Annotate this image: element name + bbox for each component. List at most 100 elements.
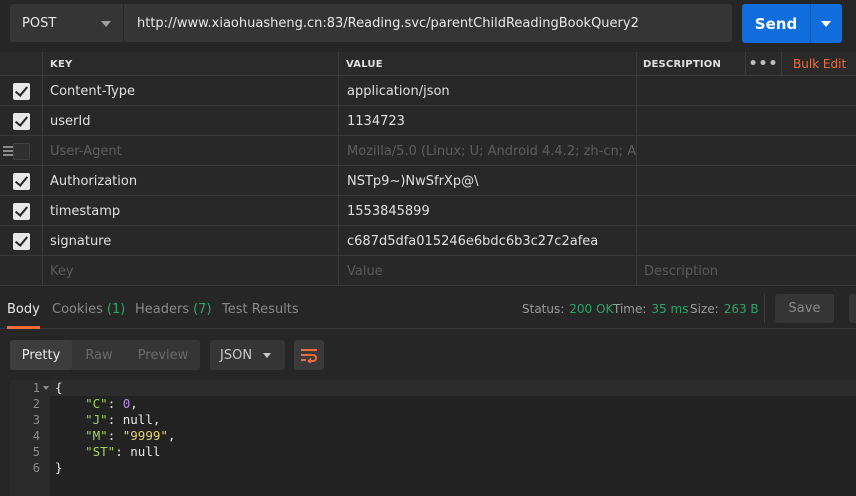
description-cell[interactable] xyxy=(636,166,856,196)
time-label: Time: xyxy=(613,302,647,316)
value-cell[interactable]: c687d5dfa015246e6bdc6b3c27c2afea xyxy=(338,226,636,256)
checkbox[interactable] xyxy=(12,232,30,250)
overflow-button[interactable] xyxy=(849,294,856,323)
json-key: "M" xyxy=(85,428,108,443)
checkbox[interactable] xyxy=(12,142,30,160)
bulk-edit-link[interactable]: Bulk Edit xyxy=(781,52,856,76)
preview-view-button[interactable]: Preview xyxy=(126,340,200,370)
code-text: { xyxy=(55,380,63,395)
description-cell[interactable] xyxy=(636,106,856,136)
key-cell[interactable]: Content-Type xyxy=(42,76,338,106)
send-button[interactable]: Send xyxy=(742,4,842,43)
send-options-chevron-icon[interactable] xyxy=(821,20,831,27)
size-label: Size: xyxy=(690,302,719,316)
code-line: } xyxy=(55,460,63,476)
row-checkbox-cell xyxy=(0,166,42,196)
key-cell[interactable]: userId xyxy=(42,106,338,136)
url-input[interactable]: http://www.xiaohuasheng.cn:83/Reading.sv… xyxy=(124,4,732,42)
row-checkbox-cell xyxy=(0,136,42,166)
checkbox[interactable] xyxy=(12,202,30,220)
status-label: Status: xyxy=(522,302,565,316)
description-cell[interactable] xyxy=(636,226,856,256)
key-cell[interactable]: timestamp xyxy=(42,196,338,226)
tab-test-results[interactable]: Test Results xyxy=(222,290,299,328)
new-description-input[interactable]: Description xyxy=(636,256,856,286)
value-cell[interactable]: Mozilla/5.0 (Linux; U; Android 4.4.2; zh… xyxy=(338,136,636,166)
table-row: Authorization NSTp9~)NwSfrXp@\ xyxy=(0,166,856,196)
description-cell[interactable] xyxy=(636,196,856,226)
line-number: 3 xyxy=(32,413,40,427)
description-cell[interactable] xyxy=(636,136,856,166)
tab-body[interactable]: Body xyxy=(7,290,40,329)
time-value[interactable]: 35 ms xyxy=(651,302,688,316)
send-divider xyxy=(810,4,811,43)
description-cell[interactable] xyxy=(636,76,856,106)
table-row: timestamp 1553845899 xyxy=(0,196,856,226)
new-header-row: Key Value Description xyxy=(0,256,856,286)
fold-arrow-icon[interactable] xyxy=(43,386,49,390)
method-label: POST xyxy=(22,15,57,31)
tab-cookies[interactable]: Cookies (1) xyxy=(52,290,125,328)
method-select[interactable]: POST xyxy=(10,4,123,42)
more-options-icon[interactable]: ••• xyxy=(745,52,781,76)
row-checkbox-cell xyxy=(0,256,42,286)
code-text: } xyxy=(55,460,63,475)
checkbox[interactable] xyxy=(12,112,30,130)
code-line: "J": null, xyxy=(85,412,161,427)
status-value[interactable]: 200 OK xyxy=(569,302,613,316)
chevron-down-icon xyxy=(101,21,111,27)
response-body-editor[interactable]: 1 { 2 "C": 0, 3 "J": null, 4 "M": "9999"… xyxy=(10,380,856,496)
tab-label: Cookies xyxy=(52,301,103,317)
headers-table: KEY VALUE DESCRIPTION ••• Bulk Edit Cont… xyxy=(0,52,856,286)
status-readout: Status: 200 OK xyxy=(522,290,613,328)
table-row: signature c687d5dfa015246e6bdc6b3c27c2af… xyxy=(0,226,856,256)
raw-view-button[interactable]: Raw xyxy=(72,340,126,370)
line-number: 1 xyxy=(32,381,40,395)
json-key: "J" xyxy=(85,412,108,427)
pretty-view-button[interactable]: Pretty xyxy=(10,340,72,370)
code-line: "ST": null xyxy=(85,444,161,459)
tab-label: Headers xyxy=(135,301,190,317)
tab-count-badge: (7) xyxy=(193,301,212,317)
checkbox-column-header xyxy=(0,52,42,76)
wrap-lines-button[interactable] xyxy=(294,340,324,370)
size-value[interactable]: 263 B xyxy=(724,302,759,316)
code-punct: , xyxy=(152,412,161,427)
value-cell[interactable]: application/json xyxy=(338,76,636,106)
save-response-button[interactable]: Save xyxy=(775,294,834,323)
value-cell[interactable]: NSTp9~)NwSfrXp@\ xyxy=(338,166,636,196)
checkbox[interactable] xyxy=(12,82,30,100)
line-number: 2 xyxy=(32,397,40,411)
key-cell[interactable]: signature xyxy=(42,226,338,256)
code-line: { xyxy=(55,380,63,396)
checkbox[interactable] xyxy=(12,172,30,190)
view-mode-toggle: Pretty Raw Preview xyxy=(10,340,200,370)
value-column-header: VALUE xyxy=(338,52,636,76)
key-cell[interactable]: User-Agent xyxy=(42,136,338,166)
code-punct: , xyxy=(130,396,138,411)
row-checkbox-cell xyxy=(0,76,42,106)
chevron-down-icon xyxy=(263,353,271,358)
tab-label: Test Results xyxy=(222,301,299,317)
code-line: "M": "9999", xyxy=(85,428,176,443)
time-readout: Time: 35 ms xyxy=(613,290,688,328)
row-checkbox-cell xyxy=(0,226,42,256)
active-line-highlight xyxy=(50,380,856,396)
divider xyxy=(764,294,765,323)
row-checkbox-cell xyxy=(0,106,42,136)
value-cell[interactable]: 1134723 xyxy=(338,106,636,136)
value-cell[interactable]: 1553845899 xyxy=(338,196,636,226)
json-key: "ST" xyxy=(85,444,116,459)
new-value-input[interactable]: Value xyxy=(338,256,636,286)
new-key-input[interactable]: Key xyxy=(42,256,338,286)
tab-headers[interactable]: Headers (7) xyxy=(135,290,212,328)
line-number: 6 xyxy=(32,461,40,475)
tab-label: Body xyxy=(7,301,40,317)
key-cell[interactable]: Authorization xyxy=(42,166,338,196)
description-column-header: DESCRIPTION xyxy=(636,52,745,76)
format-select[interactable]: JSON xyxy=(210,340,285,370)
format-label: JSON xyxy=(220,347,253,363)
code-punct: , xyxy=(167,428,176,443)
json-key: "C" xyxy=(85,396,108,411)
table-row: User-Agent Mozilla/5.0 (Linux; U; Androi… xyxy=(0,136,856,166)
